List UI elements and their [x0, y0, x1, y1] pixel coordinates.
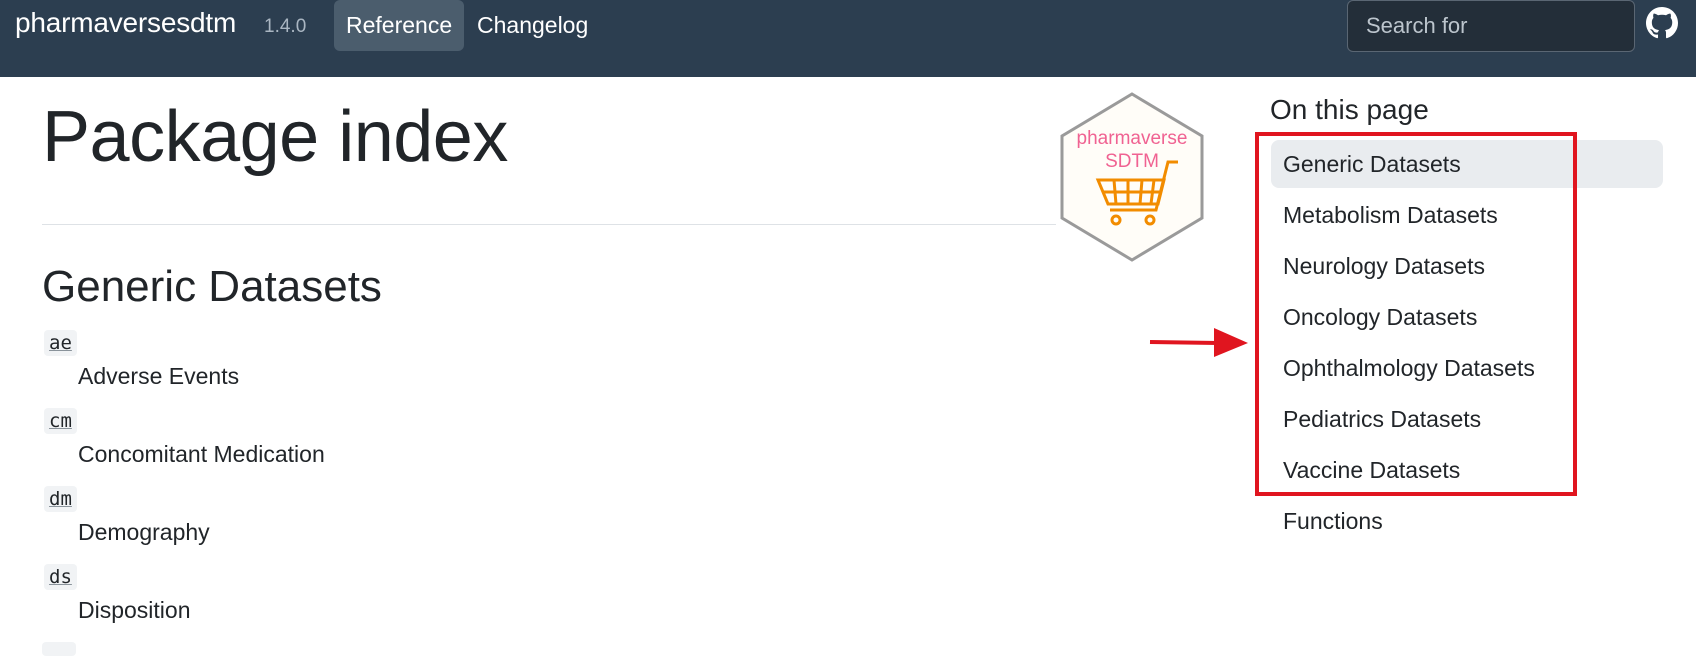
list-item: cm Concomitant Medication	[42, 408, 642, 486]
top-navbar: pharmaversesdtm 1.4.0 Reference Changelo…	[0, 0, 1696, 77]
dataset-description: Concomitant Medication	[78, 441, 325, 467]
annotation-arrow-icon	[1149, 328, 1248, 357]
toc-title: On this page	[1270, 94, 1429, 125]
toc-item-functions[interactable]: Functions	[1271, 497, 1663, 545]
next-dataset-link-partial[interactable]	[42, 642, 76, 656]
dataset-link-ds[interactable]: ds	[44, 564, 77, 590]
brand-link[interactable]: pharmaversesdtm	[15, 7, 236, 39]
reference-list: ae Adverse Events cm Concomitant Medicat…	[42, 330, 642, 642]
list-item: ds Disposition	[42, 564, 642, 642]
title-divider	[42, 224, 1056, 225]
dataset-description: Demography	[78, 519, 210, 545]
nav-reference[interactable]: Reference	[334, 0, 465, 51]
dataset-link-ae[interactable]: ae	[44, 330, 77, 356]
list-item: ae Adverse Events	[42, 330, 642, 408]
logo-text-sdtm: SDTM	[1105, 151, 1159, 172]
search-input[interactable]	[1347, 0, 1635, 52]
page-title: Package index	[42, 97, 508, 177]
pharmaverse-sdtm-logo: pharmaverse SDTM	[1060, 92, 1204, 262]
dataset-description: Disposition	[78, 597, 191, 623]
annotation-highlight-box	[1255, 132, 1577, 496]
logo-text-pharmaverse: pharmaverse	[1077, 128, 1188, 149]
dataset-link-dm[interactable]: dm	[44, 486, 77, 512]
github-icon[interactable]	[1646, 7, 1678, 39]
dataset-link-cm[interactable]: cm	[44, 408, 77, 434]
section-title-generic-datasets: Generic Datasets	[42, 262, 382, 311]
version-badge: 1.4.0	[264, 16, 307, 37]
list-item: dm Demography	[42, 486, 642, 564]
dataset-description: Adverse Events	[78, 363, 240, 389]
nav-changelog[interactable]: Changelog	[465, 0, 600, 51]
